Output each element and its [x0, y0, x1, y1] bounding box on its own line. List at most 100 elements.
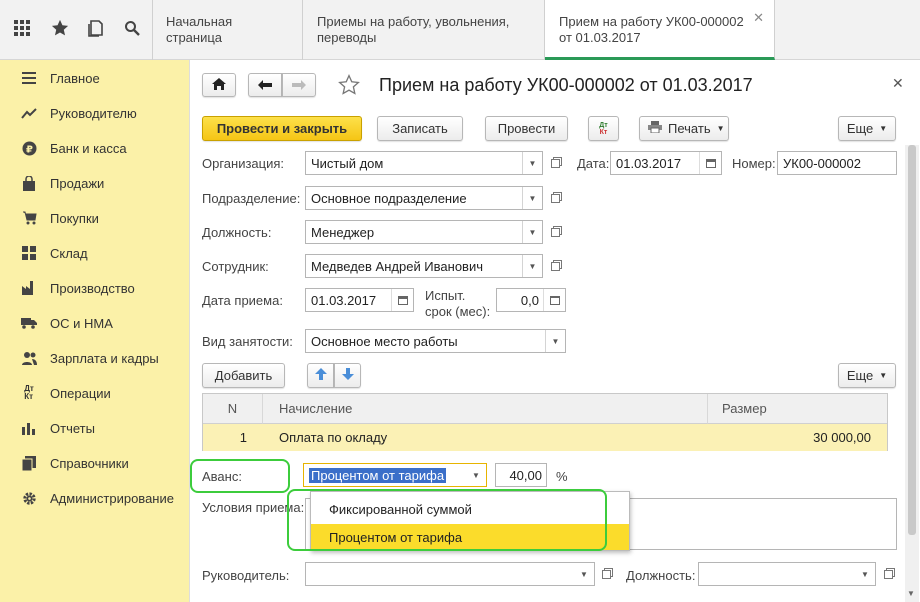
move-up-button[interactable]: [307, 363, 334, 388]
scroll-down-icon[interactable]: ▼: [907, 589, 915, 598]
chevron-down-icon[interactable]: ▼: [522, 221, 542, 243]
column-header-accrual[interactable]: Начисление: [263, 394, 708, 424]
history-icon[interactable]: [82, 14, 110, 42]
save-button[interactable]: Записать: [377, 116, 463, 141]
employee-label: Сотрудник:: [202, 259, 269, 274]
advance-type-field[interactable]: Процентом от тарифа ▼: [303, 463, 487, 487]
post-button[interactable]: Провести: [485, 116, 568, 141]
date-field[interactable]: 01.03.2017: [610, 151, 722, 175]
sidebar-item-label: Операции: [50, 385, 111, 401]
more-button[interactable]: Еще ▼: [838, 116, 896, 141]
sidebar-item-directories[interactable]: Справочники: [0, 451, 190, 475]
hire-date-label: Дата приема:: [202, 293, 283, 308]
open-icon[interactable]: [545, 256, 565, 276]
column-header-amount[interactable]: Размер: [708, 394, 887, 424]
search-icon[interactable]: [118, 14, 146, 42]
printer-icon: [648, 121, 662, 136]
open-icon[interactable]: [545, 188, 565, 208]
chevron-down-icon[interactable]: ▼: [466, 464, 486, 486]
advance-percent-field[interactable]: 40,00: [495, 463, 547, 487]
position-field[interactable]: Менеджер ▼: [305, 220, 543, 244]
tab-home[interactable]: Начальная страница: [152, 0, 303, 60]
chevron-down-icon: ▼: [716, 124, 725, 133]
chevron-down-icon[interactable]: ▼: [522, 255, 542, 277]
number-field[interactable]: УК00-000002: [777, 151, 897, 175]
apps-grid-icon[interactable]: [8, 14, 36, 42]
sidebar-item-admin[interactable]: Администрирование: [0, 486, 190, 510]
dept-value: Основное подразделение: [311, 190, 467, 206]
sidebar-item-label: Отчеты: [50, 420, 95, 436]
sidebar-item-manager[interactable]: Руководителю: [0, 101, 190, 125]
ruble-icon: ₽: [20, 139, 38, 157]
employment-label: Вид занятости:: [202, 334, 293, 349]
open-icon[interactable]: [596, 564, 616, 584]
tab-hiring-list[interactable]: Приемы на работу, увольнения, переводы: [303, 0, 545, 60]
home-button[interactable]: [202, 73, 236, 97]
open-icon[interactable]: [545, 222, 565, 242]
employment-field[interactable]: Основное место работы ▼: [305, 329, 566, 353]
chevron-down-icon[interactable]: ▼: [574, 563, 594, 585]
scrollbar-thumb[interactable]: [908, 145, 916, 535]
star-icon[interactable]: [46, 14, 74, 42]
chevron-down-icon[interactable]: ▼: [545, 330, 565, 352]
sidebar-item-production[interactable]: Производство: [0, 276, 190, 300]
number-label: Номер:: [732, 156, 776, 171]
calendar-icon[interactable]: [699, 152, 721, 174]
menu-icon: [20, 69, 38, 87]
employee-field[interactable]: Медведев Андрей Иванович ▼: [305, 254, 543, 278]
sidebar-item-reports[interactable]: Отчеты: [0, 416, 190, 440]
gear-icon: [20, 489, 38, 507]
sidebar-item-warehouse[interactable]: Склад: [0, 241, 190, 265]
advance-percent-value: 40,00: [509, 467, 542, 483]
sidebar-item-label: Продажи: [50, 175, 105, 191]
sidebar-item-payroll[interactable]: Зарплата и кадры: [0, 346, 190, 370]
vertical-scrollbar[interactable]: ▼: [905, 145, 919, 602]
chevron-down-icon[interactable]: ▼: [522, 152, 542, 174]
sidebar-item-purchases[interactable]: Покупки: [0, 206, 190, 230]
dt-kt-button[interactable]: Дт Кт: [588, 116, 619, 141]
table-more-button[interactable]: Еще ▼: [838, 363, 896, 388]
dt-kt-icon: Дт Кт: [24, 384, 34, 401]
manager-field[interactable]: ▼: [305, 562, 595, 586]
print-button[interactable]: Печать ▼: [639, 116, 729, 141]
sidebar-item-bank[interactable]: ₽ Банк и касса: [0, 136, 190, 160]
org-field[interactable]: Чистый дом ▼: [305, 151, 543, 175]
sidebar-item-main[interactable]: Главное: [0, 66, 190, 90]
sidebar-item-label: Зарплата и кадры: [50, 350, 159, 366]
sidebar-item-fixed-assets[interactable]: ОС и НМА: [0, 311, 190, 335]
probation-label-line1: Испыт.: [425, 288, 466, 303]
sidebar-item-label: Покупки: [50, 210, 99, 226]
add-button[interactable]: Добавить: [202, 363, 285, 388]
post-and-close-button[interactable]: Провести и закрыть: [202, 116, 362, 141]
probation-field[interactable]: 0,0: [496, 288, 566, 312]
warehouse-icon: [20, 244, 38, 262]
back-button[interactable]: [248, 73, 282, 97]
dept-field[interactable]: Основное подразделение ▼: [305, 186, 543, 210]
sidebar-item-operations[interactable]: Дт Кт Операции: [0, 381, 190, 405]
open-icon[interactable]: [545, 153, 565, 173]
arrow-left-icon: [258, 78, 272, 93]
cart-icon: [20, 209, 38, 227]
open-icon[interactable]: [878, 564, 898, 584]
calendar-icon[interactable]: [391, 289, 413, 311]
tab-hiring-document[interactable]: Прием на работу УК00-000002 от 01.03.201…: [545, 0, 775, 60]
accruals-table: N Начисление Размер 1 Оплата по окладу 3…: [202, 393, 888, 451]
move-down-button[interactable]: [334, 363, 361, 388]
hire-date-field[interactable]: 01.03.2017: [305, 288, 414, 312]
truck-icon: [20, 314, 38, 332]
advance-type-value: Процентом от тарифа: [309, 467, 447, 483]
table-row[interactable]: 1 Оплата по окладу 30 000,00: [203, 424, 887, 451]
calculator-icon[interactable]: [543, 289, 565, 311]
favorite-star-icon[interactable]: [338, 74, 362, 98]
sidebar-item-sales[interactable]: Продажи: [0, 171, 190, 195]
sidebar-item-label: Производство: [50, 280, 135, 296]
close-form-icon[interactable]: ✕: [892, 75, 904, 92]
chevron-down-icon[interactable]: ▼: [855, 563, 875, 585]
forward-button[interactable]: [282, 73, 316, 97]
manager-position-field[interactable]: ▼: [698, 562, 876, 586]
book-icon: [20, 454, 38, 472]
close-icon[interactable]: ✕: [753, 10, 764, 26]
arrow-down-icon: [341, 368, 354, 383]
chevron-down-icon[interactable]: ▼: [522, 187, 542, 209]
column-header-n[interactable]: N: [203, 394, 263, 424]
